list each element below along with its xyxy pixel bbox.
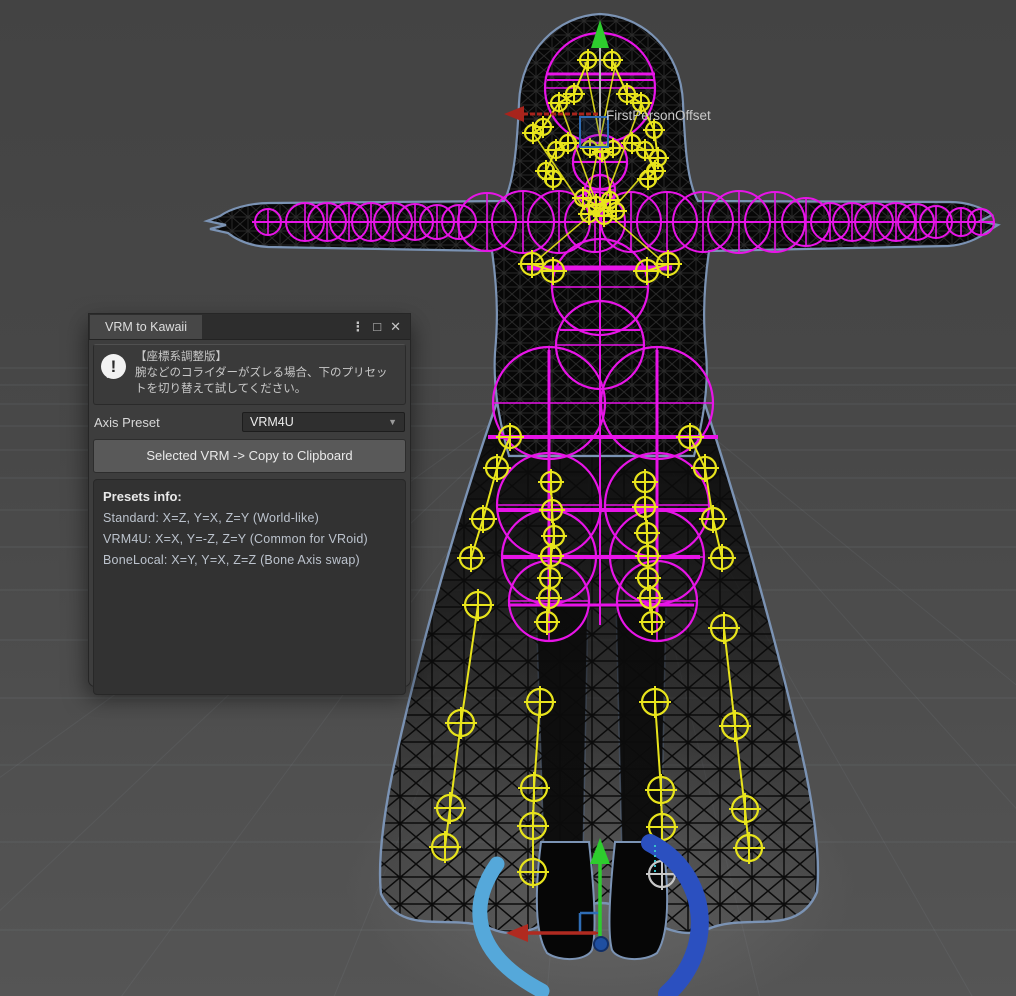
preset-info-vrm4u: VRM4U: X=X, Y=-Z, Z=Y (Common for VRoid) [103, 532, 396, 546]
first-person-offset-label: FirstPersonOffset [606, 108, 711, 123]
axis-preset-dropdown[interactable]: VRM4U ▼ [242, 412, 405, 432]
copy-to-clipboard-button[interactable]: Selected VRM -> Copy to Clipboard [93, 439, 406, 473]
notice-body: 腕などのコライダーがズレる場合、下のプリセットを切り替えて試してください。 [135, 366, 397, 398]
warning-icon: ! [101, 354, 126, 379]
window-titlebar[interactable]: VRM to Kawaii ⋮ □ ✕ [89, 314, 410, 340]
maximize-icon[interactable]: □ [373, 320, 381, 333]
presets-info-heading: Presets info: [103, 489, 396, 504]
preset-info-bonelocal: BoneLocal: X=Y, Y=X, Z=Z (Bone Axis swap… [103, 553, 396, 567]
presets-info-panel: Presets info: Standard: X=Z, Y=X, Z=Y (W… [93, 479, 406, 695]
window-tab[interactable]: VRM to Kawaii [90, 315, 202, 339]
editor-viewport[interactable]: FirstPersonOffset VRM to Kawaii ⋮ [0, 0, 1016, 996]
chevron-down-icon: ▼ [388, 417, 397, 427]
window-title: VRM to Kawaii [105, 320, 187, 334]
gizmo-z-axis-dot [594, 937, 608, 951]
coordinate-system-notice: ! 【座標系調整版】 腕などのコライダーがズレる場合、下のプリセットを切り替えて… [93, 344, 406, 405]
preset-info-standard: Standard: X=Z, Y=X, Z=Y (World-like) [103, 511, 396, 525]
menu-icon[interactable]: ⋮ [351, 320, 364, 333]
axis-preset-label: Axis Preset [94, 415, 160, 430]
vrm-to-kawaii-window: VRM to Kawaii ⋮ □ ✕ ! 【座標系調整版】 腕などのコライダー… [88, 313, 411, 687]
close-icon[interactable]: ✕ [390, 320, 401, 333]
axis-preset-value: VRM4U [250, 415, 294, 429]
notice-heading: 【座標系調整版】 [135, 350, 397, 366]
